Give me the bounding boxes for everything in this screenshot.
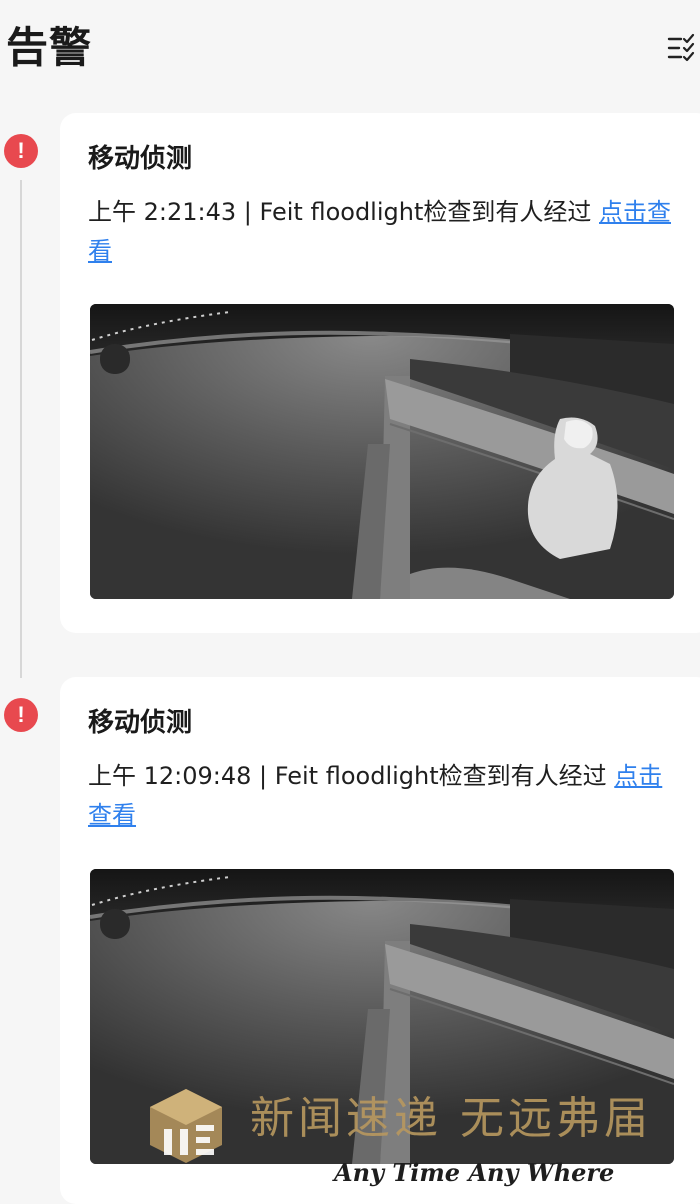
alert-status-icon: ! — [4, 134, 38, 168]
camera-snapshot[interactable] — [90, 304, 674, 599]
night-camera-snapshot-person — [90, 304, 674, 599]
alert-detail-text: 上午 12:09:48 | Feit floodlight检查到有人经过 — [88, 762, 615, 790]
list-check-icon — [667, 33, 695, 62]
alert-title: 移动侦测 — [88, 144, 193, 174]
header: 告警 — [0, 0, 700, 100]
alert-detail-text: 上午 2:21:43 | Feit floodlight检查到有人经过 — [88, 198, 599, 226]
alert-card[interactable]: 移动侦测 上午 2:21:43 | Feit floodlight检查到有人经过… — [60, 113, 700, 633]
alert-description: 上午 2:21:43 | Feit floodlight检查到有人经过 点击查看 — [88, 193, 674, 271]
timeline-line — [20, 180, 22, 678]
night-camera-snapshot — [90, 869, 674, 1164]
filter-button[interactable] — [660, 28, 700, 68]
alert-title: 移动侦测 — [88, 708, 193, 738]
alert-status-icon: ! — [4, 698, 38, 732]
camera-snapshot[interactable] — [90, 869, 674, 1164]
page-title: 告警 — [6, 23, 93, 72]
exclamation-icon: ! — [17, 702, 25, 727]
alert-description: 上午 12:09:48 | Feit floodlight检查到有人经过 点击查… — [88, 757, 674, 835]
alert-card[interactable]: 移动侦测 上午 12:09:48 | Feit floodlight检查到有人经… — [60, 677, 700, 1204]
exclamation-icon: ! — [17, 138, 25, 163]
